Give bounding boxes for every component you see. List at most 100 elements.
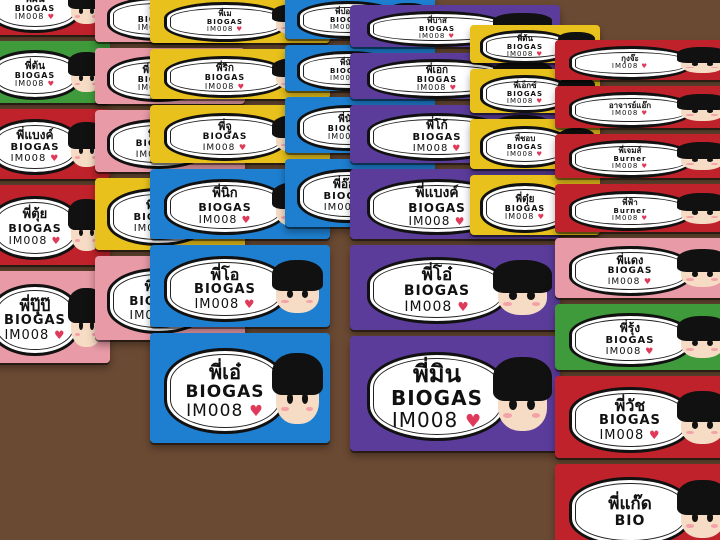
tag-line-3: IM008	[186, 400, 244, 421]
heart-icon: ♥	[640, 275, 653, 286]
heart-icon: ♥	[452, 298, 470, 314]
speech-bubble: อาจารย์แอ๊ก IM008 ♥	[569, 91, 691, 128]
cartoon-face-icon	[677, 480, 720, 540]
tile-column: พี่ฝนBIOGASIM008 ♥พี่ต้นBIOGASIM008 ♥พี่…	[0, 0, 110, 363]
tag-line-3: IM008	[506, 50, 534, 59]
speech-bubble: พี่เม BIOGAS IM008 ♥	[164, 1, 286, 43]
cartoon-face-icon	[677, 315, 720, 362]
tag-line-3-row: IM008 ♥	[506, 50, 544, 59]
tag-line-3: IM008	[412, 143, 449, 155]
tag-line-3: IM008	[416, 83, 447, 93]
cartoon-face-icon	[677, 248, 720, 291]
heart-icon: ♥	[445, 33, 456, 41]
speech-bubble: พี่ฟ้า Burner IM008 ♥	[569, 190, 691, 232]
tag-line-3: IM008	[605, 346, 642, 358]
name-tag-tile: พี่เจมส์ Burner IM008 ♥	[555, 134, 720, 178]
tag-line-3-row: IM008 ♥	[9, 234, 62, 248]
tag-name: พี่แก๊ด	[608, 493, 652, 514]
tag-line-3-row: IM008 ♥	[198, 212, 252, 227]
tag-line-2: BIOGAS	[185, 382, 265, 403]
name-tag-tile: กุงจ๊ะ IM008 ♥	[555, 40, 720, 80]
cartoon-face-icon	[492, 260, 552, 320]
speech-bubble: พี่แดง BIOGAS IM008 ♥	[569, 246, 691, 296]
heart-icon: ♥	[237, 214, 252, 226]
name-tag-tile: พี่ตุ้ย BIOGAS IM008 ♥	[0, 185, 110, 265]
tag-line-2: BIOGAS	[194, 282, 256, 298]
tag-line-3-row: IM008 ♥	[606, 346, 655, 358]
tag-line-3: IM008	[10, 153, 47, 165]
heart-icon: ♥	[448, 144, 462, 155]
heart-icon: ♥	[49, 327, 66, 342]
tag-line-3: IM008	[194, 296, 240, 312]
name-tag-tile: พี่ฟ้า Burner IM008 ♥	[555, 184, 720, 232]
tag-name: พี่โอ	[210, 264, 240, 284]
tag-line-3: IM008	[504, 212, 535, 222]
tag-line-3-row: IM008 ♥	[194, 296, 256, 312]
tag-line-3-row: IM008 ♥	[612, 110, 648, 118]
speech-bubble: กุงจ๊ะ IM008 ♥	[569, 45, 691, 80]
tag-line-3-row: IM008 ♥	[4, 327, 66, 343]
tag-name: พี่ปุ๊ป๊	[19, 295, 51, 315]
tag-line-3-row: IM008 ♥	[418, 32, 456, 41]
heart-icon: ♥	[239, 296, 256, 311]
tag-line-3: IM008	[391, 408, 459, 433]
speech-bubble: พี่วัช BIOGAS IM008 ♥	[569, 387, 691, 453]
tag-line-3: IM008	[506, 150, 534, 159]
heart-icon: ♥	[235, 141, 248, 152]
speech-bubble: พี่แก๊ด BIO	[569, 476, 691, 540]
heart-icon: ♥	[638, 63, 649, 71]
tag-line-3: IM008	[611, 214, 639, 223]
tile-column: กุงจ๊ะ IM008 ♥ อาจารย์แอ๊ก IM008 ♥ พี่เจมส์ B…	[555, 40, 720, 540]
cartoon-face-icon	[677, 93, 720, 123]
heart-icon: ♥	[446, 83, 458, 93]
heart-icon: ♥	[47, 235, 62, 247]
name-tag-tile: พี่รุ้ง BIOGAS IM008 ♥	[555, 304, 720, 370]
tag-line-3: IM008	[611, 109, 639, 118]
tag-line-3: IM008	[418, 32, 446, 41]
heart-icon: ♥	[533, 51, 544, 59]
heart-icon: ♥	[534, 212, 546, 222]
tag-line-2: BIOGAS	[403, 283, 471, 300]
speech-bubble: พี่เจมส์ Burner IM008 ♥	[569, 140, 691, 178]
name-tag-tile: พี่แก๊ด BIO	[555, 464, 720, 540]
tag-line-3-row: IM008 ♥	[413, 143, 462, 155]
tag-line-3: IM008	[198, 212, 238, 226]
tag-line-3: IM008	[599, 427, 645, 443]
heart-icon: ♥	[458, 411, 483, 433]
heart-icon: ♥	[644, 427, 661, 442]
name-tag-tile: พี่ปุ๊ป๊ BIOGAS IM008 ♥	[0, 271, 110, 363]
tag-line-3-row: IM008 ♥	[608, 275, 653, 288]
speech-bubble: พี่นิก BIOGAS IM008 ♥	[164, 178, 286, 236]
name-tag-tile: พี่แดง BIOGAS IM008 ♥	[555, 238, 720, 298]
tag-line-3-row: IM008 ♥	[612, 63, 648, 71]
speech-bubble: พี่จู BIOGAS IM008 ♥	[164, 113, 286, 161]
name-tag-tile: พี่โอ๋ BIOGAS IM008 ♥	[350, 245, 560, 330]
tag-line-3: IM008	[14, 12, 45, 22]
tag-name: พี่จู	[218, 119, 232, 133]
tag-line-3: IM008	[14, 79, 45, 89]
name-tag-grid: พี่ฝนBIOGASIM008 ♥พี่ต้นBIOGASIM008 ♥พี่…	[0, 0, 720, 540]
tag-line-3-row: IM008 ♥	[417, 84, 457, 93]
name-tag-tile: พี่ฝนBIOGASIM008 ♥	[0, 0, 110, 35]
tag-line-3: IM008	[206, 25, 234, 34]
tag-line-3: IM008	[611, 62, 639, 71]
tag-line-3-row: IM008 ♥	[611, 214, 648, 223]
name-tag-tile: พี่วัช BIOGAS IM008 ♥	[555, 376, 720, 458]
tag-name: พี่โอ๋	[421, 264, 453, 285]
tag-line-3-row: IM008 ♥	[404, 298, 470, 315]
tag-name: พี่เอ๋	[208, 360, 241, 385]
tag-line-3-row: IM008 ♥	[612, 162, 649, 171]
heart-icon: ♥	[44, 79, 56, 89]
name-tag-tile: อาจารย์แอ๊ก IM008 ♥	[555, 86, 720, 128]
tag-name: พี่รุ้ง	[619, 320, 641, 335]
cartoon-face-icon	[677, 390, 720, 448]
name-tag-tile: พี่แบงค์BIOGASIM008 ♥	[0, 109, 110, 179]
heart-icon: ♥	[638, 163, 649, 171]
tag-line-3-row: IM008 ♥	[15, 13, 55, 22]
tag-line-3-row: IM008 ♥	[203, 141, 248, 154]
tag-name: พี่แบงค์	[415, 185, 459, 202]
speech-bubble: พี่เอ๋ BIOGAS IM008 ♥	[164, 348, 286, 434]
photo-scene: พี่ฝนBIOGASIM008 ♥พี่ต้นBIOGASIM008 ♥พี่…	[0, 0, 720, 540]
tag-name: พี่แดง	[616, 253, 644, 267]
tag-name: พี่แบงค์	[16, 127, 54, 142]
